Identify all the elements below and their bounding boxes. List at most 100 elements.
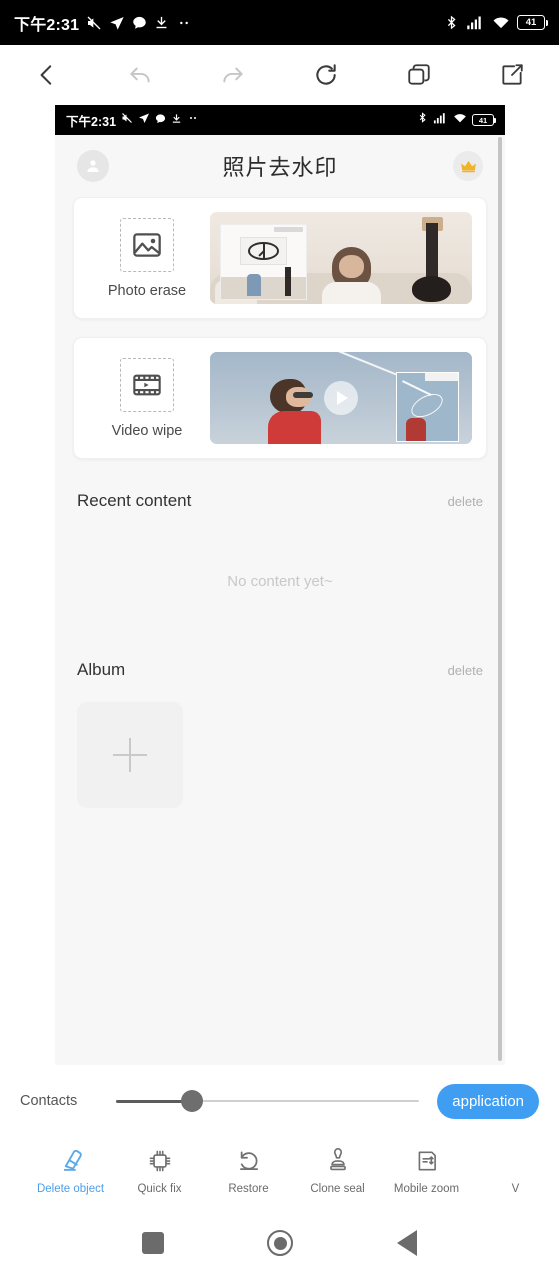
inner-send-icon [138, 111, 150, 129]
application-button[interactable]: application [437, 1083, 539, 1119]
inner-phone-screenshot: 下午2:31 41 照片去水印 Photo erase Video wipe R… [55, 105, 505, 1065]
inner-signal-icon [433, 111, 448, 129]
battery-level: 41 [525, 17, 537, 28]
photo-erase-left: Photo erase [88, 217, 206, 299]
tool-quick-fix-label: Quick fix [137, 1182, 182, 1195]
wifi-icon [492, 15, 510, 30]
stamp-icon [325, 1146, 351, 1176]
browser-redo-button[interactable] [186, 45, 279, 105]
album-delete-button[interactable]: delete [448, 663, 483, 678]
feature-card-video-wipe[interactable]: Video wipe [73, 337, 487, 459]
recent-content-empty-text: No content yet~ [227, 573, 333, 590]
undo-arrow-icon [130, 67, 150, 83]
inner-battery-level: 41 [478, 115, 488, 125]
video-wipe-label: Video wipe [111, 422, 183, 439]
feature-card-photo-erase[interactable]: Photo erase [73, 197, 487, 319]
tool-mobile-zoom[interactable]: Mobile zoom [382, 1146, 471, 1195]
more-dots-icon [176, 15, 192, 31]
image-frame-icon [133, 232, 161, 257]
inner-scrollbar[interactable] [498, 137, 502, 1061]
inner-wifi-icon [453, 111, 467, 129]
message-icon [132, 15, 147, 30]
tool-partial-cut-off[interactable]: V [471, 1146, 559, 1195]
tool-delete-object-label: Delete object [36, 1182, 105, 1195]
browser-refresh-button[interactable] [280, 45, 373, 105]
inner-status-bar: 下午2:31 41 [55, 105, 505, 135]
nav-home-button[interactable] [267, 1230, 294, 1256]
app-header: 照片去水印 [55, 135, 505, 197]
browser-share-button[interactable] [466, 45, 559, 105]
send-icon [109, 15, 125, 31]
browser-toolbar [0, 45, 559, 105]
android-nav-bar [0, 1206, 559, 1280]
signal-icon [466, 15, 485, 30]
inner-battery-icon: 41 [472, 114, 497, 126]
recent-content-title: Recent content [77, 491, 192, 510]
album-section-header: Album delete [73, 646, 487, 680]
battery-icon: 41 [517, 15, 549, 30]
page-title: 照片去水印 [222, 155, 338, 180]
undo-circle-icon [236, 1146, 262, 1176]
inner-status-right: 41 [417, 111, 497, 129]
browser-tabs-button[interactable] [373, 45, 466, 105]
status-time: 下午2:31 [14, 16, 80, 34]
inner-status-left: 下午2:31 [66, 111, 199, 130]
square-icon [141, 1232, 164, 1254]
browser-undo-button[interactable] [93, 45, 186, 105]
outer-status-bar: 下午2:31 41 [0, 0, 559, 45]
status-right-group: 41 [444, 14, 549, 31]
redo-arrow-icon [223, 67, 243, 83]
chip-icon [147, 1146, 173, 1176]
film-strip-icon [133, 374, 161, 395]
play-icon [324, 381, 358, 415]
recent-content-delete-button[interactable]: delete [448, 494, 483, 509]
film-strip-icon-box [120, 357, 174, 412]
avatar[interactable] [77, 150, 109, 182]
contacts-slider-row: Contacts application [0, 1072, 559, 1130]
tabs-icon [408, 64, 430, 85]
share-icon [502, 64, 524, 85]
recent-content-section-header: Recent content delete [73, 477, 487, 511]
tool-mobile-zoom-label: Mobile zoom [393, 1182, 460, 1195]
inner-message-icon [155, 111, 166, 129]
tool-strip: Delete object Quick fix Restore Clone se… [0, 1134, 559, 1206]
tool-quick-fix[interactable]: Quick fix [115, 1146, 204, 1195]
image-frame-icon-box [120, 217, 174, 272]
photo-erase-thumbnail [210, 212, 472, 304]
inner-status-time: 下午2:31 [66, 114, 117, 129]
slider-thumb[interactable] [180, 1090, 203, 1112]
video-wipe-thumbnail [210, 352, 472, 444]
move-text-icon [414, 1146, 440, 1176]
status-left-group: 下午2:31 [14, 11, 192, 35]
tool-clone-seal[interactable]: Clone seal [293, 1146, 382, 1195]
eraser-icon [57, 1146, 85, 1176]
tool-restore-label: Restore [228, 1182, 269, 1195]
inner-download-icon [171, 111, 182, 129]
mute-icon [86, 15, 102, 31]
plus-icon [113, 738, 147, 772]
triangle-back-icon [397, 1230, 418, 1256]
inner-more-dots-icon [187, 111, 199, 129]
bluetooth-icon [444, 14, 459, 31]
album-grid [73, 680, 487, 808]
tool-delete-object[interactable]: Delete object [26, 1146, 115, 1195]
tool-restore[interactable]: Restore [204, 1146, 293, 1195]
person-icon [87, 160, 99, 172]
contacts-slider[interactable] [116, 1089, 420, 1113]
refresh-icon [316, 64, 336, 85]
video-wipe-left: Video wipe [88, 357, 206, 439]
inner-mute-icon [121, 111, 133, 129]
download-icon [154, 15, 169, 30]
app-scroll-body: Photo erase Video wipe Recent content de… [55, 197, 505, 808]
nav-back-button[interactable] [397, 1230, 418, 1256]
nav-recents-button[interactable] [141, 1232, 164, 1254]
inner-bluetooth-icon [417, 111, 428, 129]
crown-icon [460, 160, 476, 172]
tool-partial-cut-off-label: V [511, 1182, 520, 1195]
circle-icon [267, 1230, 294, 1256]
vip-button[interactable] [453, 151, 483, 181]
photo-erase-label: Photo erase [107, 282, 187, 299]
browser-back-button[interactable] [0, 45, 93, 105]
chevron-left-icon [40, 65, 51, 85]
album-add-button[interactable] [77, 702, 183, 808]
